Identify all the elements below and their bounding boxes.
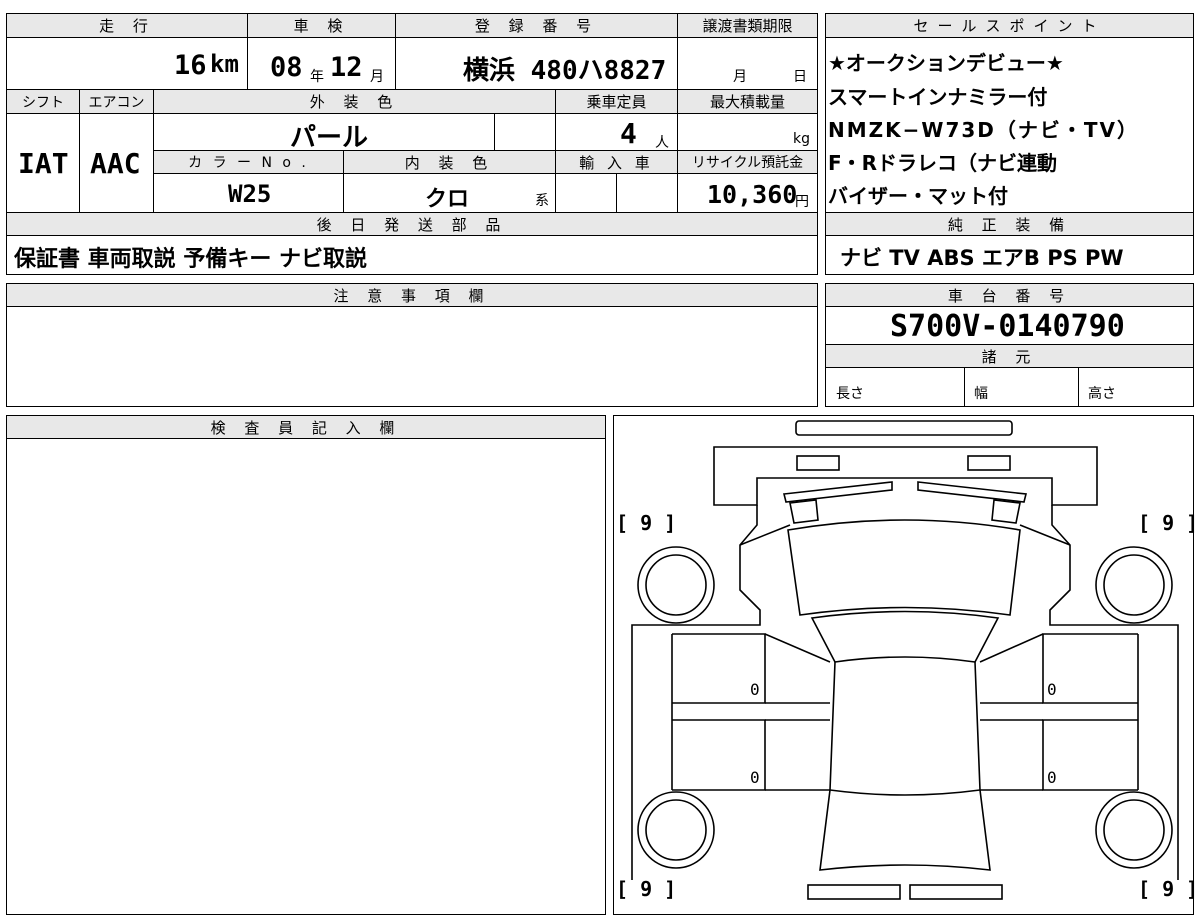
corner-count-rear-right: [ 9 ] bbox=[1138, 877, 1198, 900]
door-count-front-right: 0 bbox=[1047, 680, 1057, 699]
car-diagram: [ 9 ] [ 9 ] [ 9 ] [ 9 ] 0 0 0 0 bbox=[616, 420, 1198, 900]
corner-count-rear-left: [ 9 ] bbox=[616, 877, 676, 900]
door-count-rear-right: 0 bbox=[1047, 768, 1057, 787]
corner-count-front-right: [ 9 ] bbox=[1138, 511, 1198, 535]
door-count-front-left: 0 bbox=[750, 680, 760, 699]
corner-count-front-left: [ 9 ] bbox=[616, 511, 676, 535]
door-count-rear-left: 0 bbox=[750, 768, 760, 787]
